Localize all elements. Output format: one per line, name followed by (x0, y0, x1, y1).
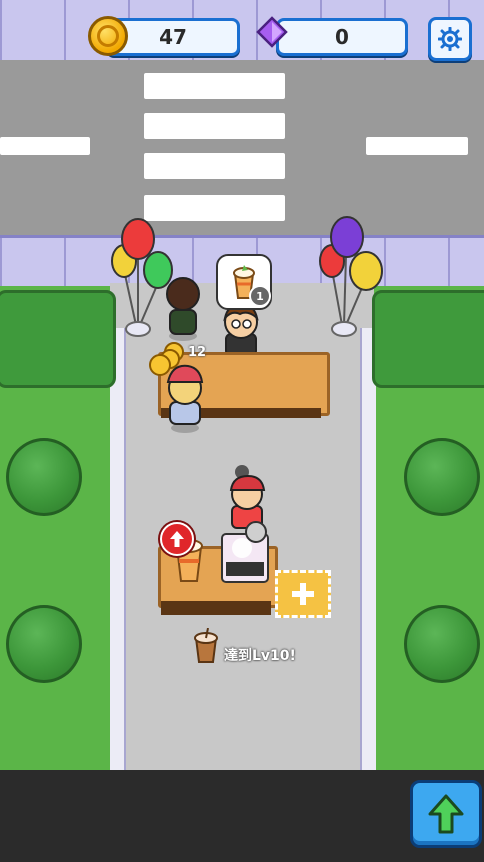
hedge-right (372, 290, 484, 388)
crosswalk-stripe (144, 73, 285, 99)
up-arrow-icon (428, 794, 464, 834)
hedge-left (0, 290, 116, 388)
customer-character[interactable] (160, 272, 206, 342)
customer-character[interactable] (160, 360, 210, 434)
coin-icon (88, 16, 128, 56)
tip-amount: 12 (188, 345, 207, 360)
lane-marking (0, 137, 90, 155)
gem-counter: 0 (276, 18, 408, 56)
upgrade-button[interactable] (410, 780, 482, 848)
crosswalk-stripe (144, 153, 285, 179)
level-goal-text: 達到Lv10! (224, 648, 296, 664)
gem-count: 0 (335, 25, 349, 49)
crosswalk-stripe (144, 113, 285, 139)
gear-icon (438, 27, 462, 51)
bush (6, 438, 82, 516)
plus-icon (292, 583, 314, 605)
add-station-slot[interactable] (275, 570, 331, 618)
order-count-badge: 1 (249, 285, 271, 307)
lane-marking (366, 137, 468, 155)
balloons-right (319, 216, 383, 337)
walkway-curb-right (360, 328, 376, 770)
drink-cup-icon (194, 628, 218, 663)
settings-button[interactable] (428, 17, 472, 61)
top-sidewalk (0, 0, 484, 60)
drink-machine[interactable] (218, 520, 274, 586)
station-upgrade-badge[interactable] (160, 522, 194, 556)
bush (404, 605, 480, 683)
bush (404, 438, 480, 516)
up-arrow-icon (170, 531, 184, 547)
game-scene: 1 12 達到Lv10! 47 0 (0, 0, 484, 770)
walkway-curb-left (110, 328, 126, 770)
bush (6, 605, 82, 683)
gem-icon (256, 16, 288, 48)
coin-count: 47 (159, 25, 187, 49)
prep-counter-front (161, 601, 271, 615)
